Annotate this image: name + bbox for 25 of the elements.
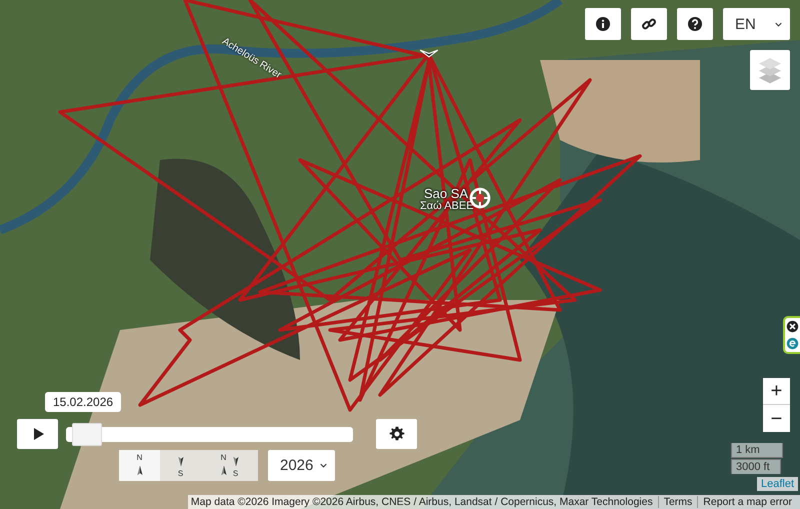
help-button[interactable] [677,8,713,40]
help-icon [687,16,703,32]
attribution-link[interactable]: Report a map error [697,496,797,508]
info-button[interactable] [585,8,621,40]
play-button[interactable] [17,419,58,449]
place-label: Sao SA [424,186,468,201]
scale-bar: 3000 ft [731,459,781,474]
compass-direction-button[interactable]: S [160,450,201,481]
settings-button[interactable] [376,419,417,449]
compass-direction-button[interactable]: N S [201,450,258,481]
chevron-marker-icon [418,48,440,59]
scale-bar: 1 km [731,443,783,458]
compass-direction-button[interactable]: N [119,450,160,481]
attribution-text: Map data ©2026 Imagery ©2026 Airbus, CNES / Airbus, Landsat / Copernicus, Maxar Technologies [190,496,654,508]
language-select[interactable]: EN [723,8,790,40]
slider-thumb[interactable] [72,423,102,446]
link-icon [641,16,657,32]
settings-icon [388,426,404,442]
link-button[interactable] [631,8,667,40]
place-label: Σαώ ΑΒΕΕ [420,200,474,212]
year-select[interactable]: 2026 [268,450,335,481]
date-tooltip: 15.02.2026 [45,392,122,412]
zoom-in-button[interactable]: + [763,378,790,405]
info-icon [595,16,611,32]
attribution-link[interactable]: Terms [658,496,698,508]
